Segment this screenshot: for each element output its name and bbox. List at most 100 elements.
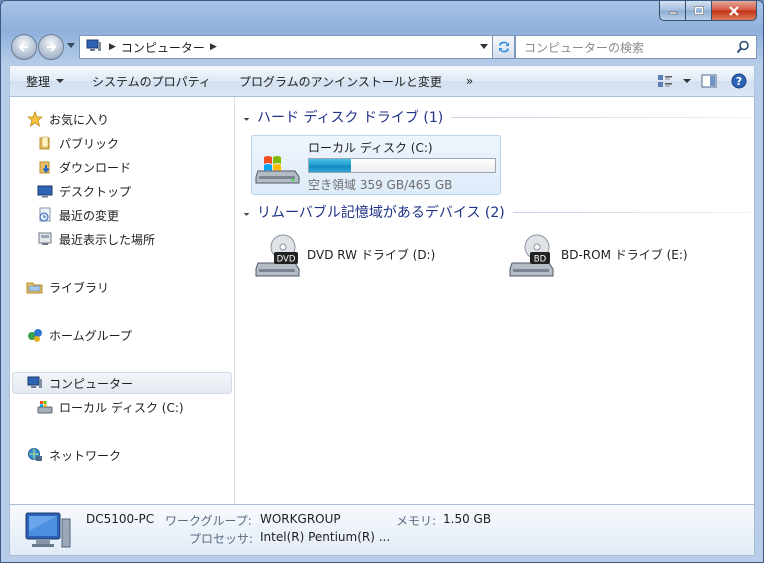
nav-recent-changes-label: 最近の変更: [59, 208, 120, 223]
drive-c-name: ローカル ディスク (C:): [308, 141, 433, 155]
change-view-button[interactable]: [650, 66, 680, 96]
back-button[interactable]: [11, 34, 37, 60]
chevron-down-icon: [56, 79, 65, 83]
content-area: お気に入り パブリック ダウンロード デスクトップ 最近の変更 最近表示した場所: [9, 97, 755, 504]
search-icon[interactable]: [736, 40, 750, 54]
group-divider: [512, 211, 750, 213]
star-icon: [26, 111, 44, 127]
drive-c-usage-bar: [308, 158, 496, 173]
nav-homegroup[interactable]: ホームグループ: [26, 324, 132, 346]
group-header-label: ハード ディスク ドライブ (1): [257, 110, 444, 126]
workgroup-label: ワークグループ:: [165, 514, 252, 528]
nav-network-label: ネットワーク: [49, 448, 122, 463]
hard-drive-icon: [36, 399, 54, 415]
nav-desktop[interactable]: デスクトップ: [36, 180, 131, 202]
nav-computer[interactable]: コンピューター: [12, 372, 232, 394]
downloads-folder-icon: [36, 159, 54, 175]
hard-drive-windows-icon: [255, 156, 300, 184]
nav-local-disk[interactable]: ローカル ディスク (C:): [36, 396, 184, 418]
processor-label: プロセッサ:: [189, 532, 254, 546]
view-controls: ?: [650, 66, 754, 96]
nav-recent-changes[interactable]: 最近の変更: [36, 204, 119, 226]
arrow-right-icon: [47, 42, 57, 52]
computer-icon: [26, 375, 44, 391]
uninstall-program-button[interactable]: プログラムのアンインストールと変更: [225, 66, 456, 96]
group-header-hard-disk-drives[interactable]: ハード ディスク ドライブ (1): [241, 106, 754, 128]
recent-pages-dropdown[interactable]: [67, 43, 75, 48]
navigation-pane: お気に入り パブリック ダウンロード デスクトップ 最近の変更 最近表示した場所: [10, 97, 235, 504]
preview-pane-button[interactable]: [694, 66, 724, 96]
drive-c-usage-fill: [309, 159, 352, 172]
refresh-button[interactable]: [493, 35, 515, 59]
address-history-dropdown[interactable]: [480, 44, 488, 49]
nav-public-label: パブリック: [59, 136, 120, 151]
drive-d[interactable]: DVD DVD RW ドライブ (D:): [251, 231, 501, 281]
help-icon: ?: [731, 73, 747, 89]
nav-network[interactable]: ネットワーク: [26, 444, 121, 466]
bd-badge: BD: [534, 255, 547, 265]
command-bar: 整理 システムのプロパティ プログラムのアンインストールと変更 » ?: [9, 65, 755, 97]
caption-buttons: [659, 1, 757, 21]
memory-value: 1.50 GB: [443, 512, 492, 526]
close-button[interactable]: [712, 1, 757, 21]
collapse-triangle-icon[interactable]: [241, 113, 250, 121]
address-bar[interactable]: ▶ コンピューター ▶: [79, 35, 493, 59]
dvd-badge: DVD: [277, 255, 296, 265]
search-placeholder: コンピューターの検索: [524, 40, 645, 55]
close-icon: [729, 5, 739, 16]
svg-text:?: ?: [736, 75, 742, 88]
memory-label: メモリ:: [396, 514, 437, 528]
system-properties-label: システムのプロパティ: [92, 74, 211, 89]
nav-downloads-label: ダウンロード: [59, 160, 132, 175]
nav-libraries[interactable]: ライブラリ: [26, 276, 109, 298]
group-header-removable-storage[interactable]: リムーバブル記憶域があるデバイス (2): [241, 201, 754, 223]
collapse-triangle-icon[interactable]: [241, 208, 250, 216]
nav-favorites[interactable]: お気に入り: [26, 108, 109, 130]
nav-recent-places[interactable]: 最近表示した場所: [36, 228, 155, 250]
breadcrumb-chevron-icon[interactable]: ▶: [109, 42, 116, 52]
breadcrumb-chevron-icon[interactable]: ▶: [210, 42, 217, 52]
nav-favorites-label: お気に入り: [49, 112, 110, 127]
bd-rom-drive-icon: BD: [509, 234, 554, 277]
organize-label: 整理: [26, 74, 51, 89]
minimize-icon: [668, 11, 677, 14]
computer-icon: [86, 39, 104, 56]
recent-changes-icon: [36, 207, 54, 223]
arrow-left-icon: [18, 42, 28, 52]
view-options-dropdown[interactable]: [680, 66, 694, 96]
nav-public[interactable]: パブリック: [36, 132, 119, 154]
breadcrumb-computer[interactable]: コンピューター: [121, 39, 205, 56]
view-tiles-icon: [658, 75, 672, 87]
drive-e-name: BD-ROM ドライブ (E:): [561, 248, 688, 262]
drive-e[interactable]: BD BD-ROM ドライブ (E:): [505, 231, 755, 281]
pc-name: DC5100-PC: [86, 512, 155, 526]
nav-homegroup-label: ホームグループ: [49, 328, 132, 343]
library-icon: [26, 279, 44, 295]
explorer-window: ▶ コンピューター ▶ コンピューターの検索 整理 システムのプロパティ プログ…: [0, 0, 764, 563]
organize-button[interactable]: 整理: [10, 66, 78, 96]
group-header-label: リムーバブル記憶域があるデバイス (2): [257, 205, 505, 221]
nav-libraries-label: ライブラリ: [49, 280, 110, 295]
nav-recent-places-label: 最近表示した場所: [59, 232, 156, 247]
nav-desktop-label: デスクトップ: [59, 184, 132, 199]
drive-c-free-space: 空き領域 359 GB/465 GB: [308, 178, 453, 192]
workgroup-value: WORKGROUP: [260, 512, 341, 526]
system-properties-button[interactable]: システムのプロパティ: [78, 66, 225, 96]
more-commands-button[interactable]: »: [456, 66, 483, 96]
search-input[interactable]: コンピューターの検索: [515, 35, 757, 59]
forward-button[interactable]: [38, 34, 64, 60]
main-pane: ハード ディスク ドライブ (1) ローカル ディスク (C:) 空き領域 35…: [236, 97, 754, 504]
dvd-drive-icon: DVD: [255, 234, 300, 277]
drive-c[interactable]: ローカル ディスク (C:) 空き領域 359 GB/465 GB: [251, 135, 501, 195]
network-icon: [26, 447, 44, 463]
navigation-row: ▶ コンピューター ▶ コンピューターの検索: [9, 31, 757, 61]
maximize-button[interactable]: [686, 1, 712, 21]
chevron-down-icon: [683, 79, 691, 83]
help-button[interactable]: ?: [724, 66, 754, 96]
nav-computer-label: コンピューター: [49, 376, 134, 391]
details-pane: DC5100-PC ワークグループ: WORKGROUP メモリ: 1.50 G…: [9, 504, 755, 556]
drive-d-name: DVD RW ドライブ (D:): [307, 248, 436, 262]
minimize-button[interactable]: [659, 1, 686, 21]
nav-downloads[interactable]: ダウンロード: [36, 156, 131, 178]
nav-local-disk-label: ローカル ディスク (C:): [59, 400, 184, 415]
